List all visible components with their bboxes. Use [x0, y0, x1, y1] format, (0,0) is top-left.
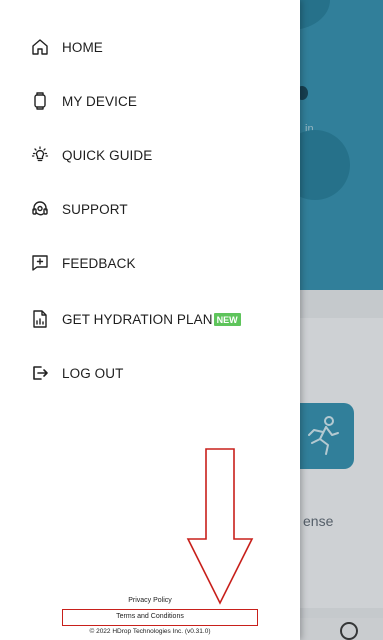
- menu-item-feedback[interactable]: FEEDBACK: [30, 251, 136, 275]
- support-headset-icon: [32, 201, 48, 216]
- document-chart-icon: [33, 310, 47, 328]
- menu-item-quick-guide[interactable]: QUICK GUIDE: [30, 143, 152, 167]
- copyright-text: © 2022 HDrop Technologies Inc. (v0.31.0): [89, 628, 211, 635]
- lightbulb-icon: [31, 146, 49, 162]
- menu-item-label: SUPPORT: [62, 201, 128, 217]
- feedback-icon: [32, 255, 48, 271]
- menu-item-get-hydration-plan[interactable]: GET HYDRATION PLAN NEW: [30, 307, 241, 331]
- menu-item-label: QUICK GUIDE: [62, 147, 153, 163]
- drawer-footer: Privacy Policy Terms and Conditions © 20…: [0, 597, 300, 635]
- menu-item-support[interactable]: SUPPORT: [30, 197, 128, 221]
- device-icon: [34, 92, 46, 110]
- terms-and-conditions-link[interactable]: Terms and Conditions: [0, 613, 300, 620]
- menu-item-label: MY DEVICE: [62, 93, 137, 109]
- menu-item-label: FEEDBACK: [62, 255, 136, 271]
- menu-item-home[interactable]: HOME: [30, 35, 103, 59]
- annotation-arrow-icon: [186, 448, 254, 605]
- menu-item-label: HOME: [62, 39, 103, 55]
- menu-item-label: LOG OUT: [62, 365, 124, 381]
- new-badge: NEW: [213, 312, 241, 326]
- home-icon: [32, 39, 48, 55]
- menu-item-label: GET HYDRATION PLAN: [62, 311, 213, 327]
- logout-icon: [33, 366, 48, 380]
- navigation-drawer: HOME MY DEVICE QUICK GUIDE SUPPORT FEEDB…: [0, 0, 300, 640]
- menu-item-log-out[interactable]: LOG OUT: [30, 361, 123, 385]
- privacy-policy-link[interactable]: Privacy Policy: [0, 597, 300, 604]
- menu-item-my-device[interactable]: MY DEVICE: [30, 89, 137, 113]
